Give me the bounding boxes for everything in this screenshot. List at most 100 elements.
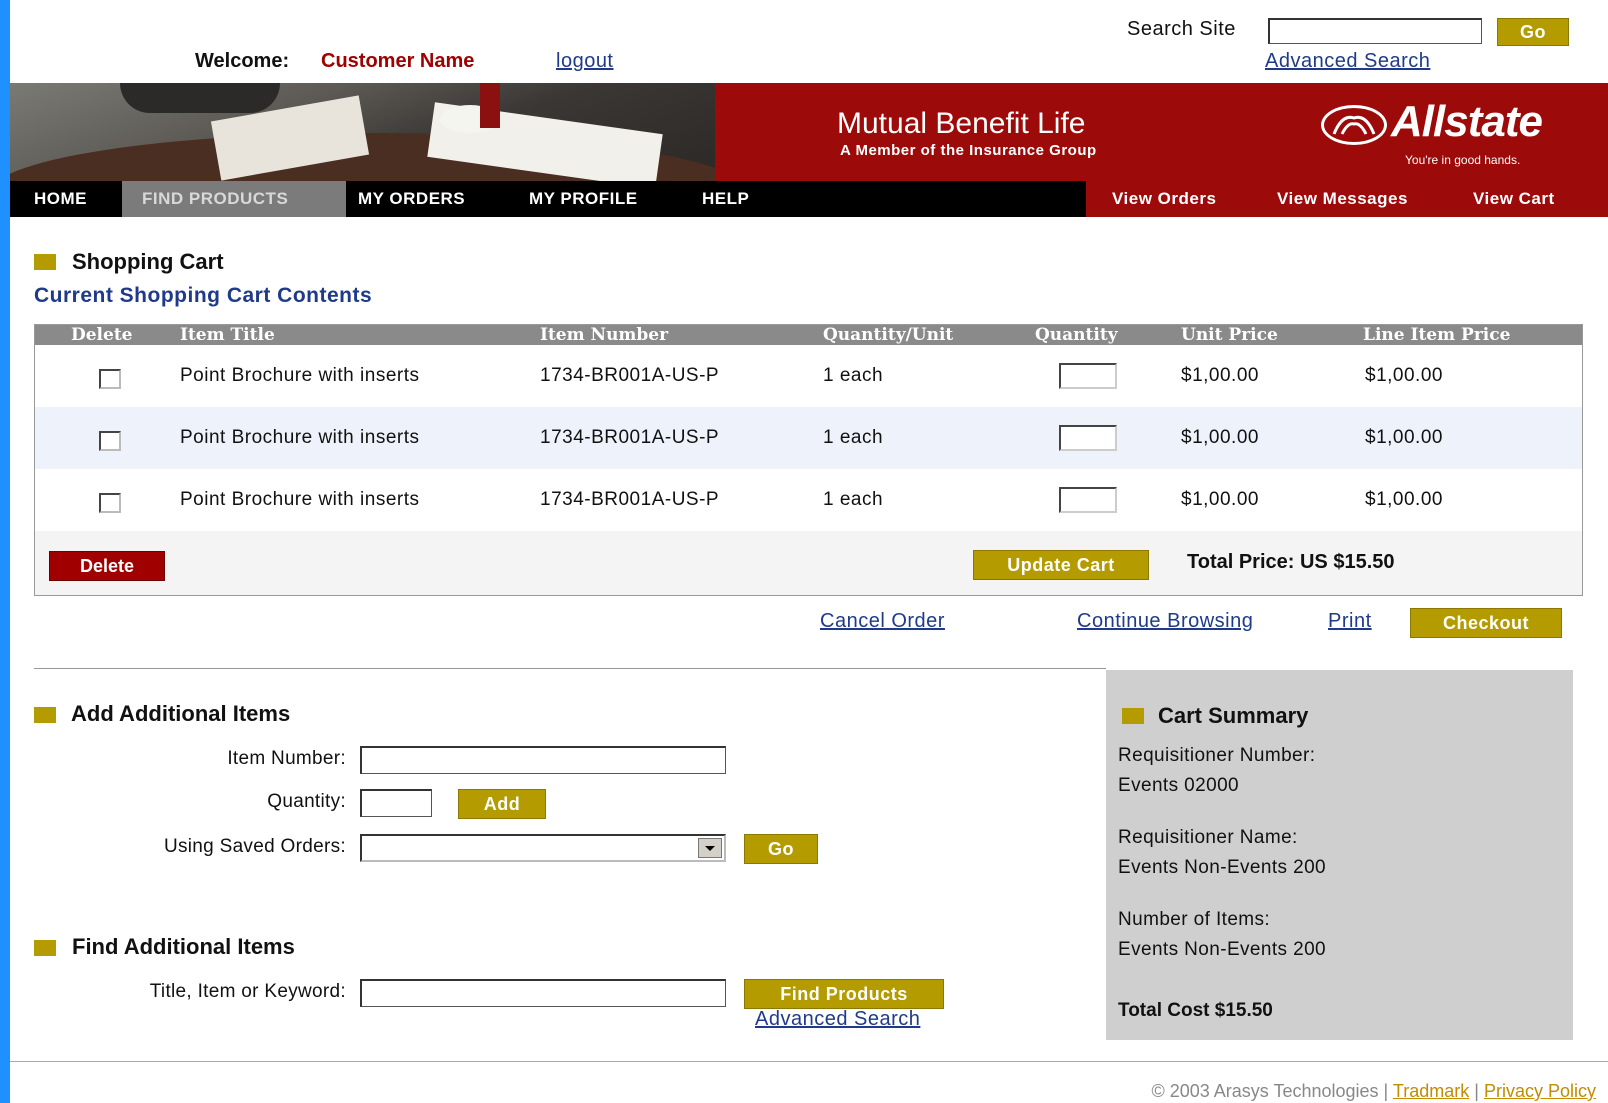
row-line-price: $1,00.00 (1365, 365, 1443, 386)
row-item-title: Point Brochure with inserts (180, 489, 420, 510)
row-delete-checkbox[interactable] (99, 369, 121, 389)
nav-view-messages[interactable]: View Messages (1277, 181, 1408, 217)
items-count-label: Number of Items: (1118, 909, 1271, 930)
table-row: Point Brochure with inserts 1734-BR001A-… (35, 407, 1582, 469)
cart-actions-row: Delete Update Cart Total Price: US $15.5… (35, 531, 1582, 595)
brand-tagline: You're in good hands. (1405, 153, 1521, 167)
company-name: Mutual Benefit Life (837, 107, 1086, 140)
saved-orders-label: Using Saved Orders: (163, 836, 346, 857)
add-button[interactable]: Add (458, 789, 546, 819)
item-number-input[interactable] (360, 746, 726, 774)
section-bullet (34, 707, 56, 723)
print-link[interactable]: Print (1328, 610, 1372, 633)
row-item-title: Point Brochure with inserts (180, 427, 420, 448)
table-row: Point Brochure with inserts 1734-BR001A-… (35, 345, 1582, 407)
chevron-down-icon[interactable] (698, 838, 722, 858)
cart-title: Shopping Cart (72, 249, 224, 274)
cart-table: Delete Item Title Item Number Quantity/U… (34, 324, 1583, 596)
cancel-order-link[interactable]: Cancel Order (820, 610, 945, 633)
trademark-link[interactable]: Tradmark (1393, 1081, 1469, 1101)
row-quantity-input[interactable] (1059, 487, 1117, 513)
nav-view-orders[interactable]: View Orders (1112, 181, 1216, 217)
nav-find-products[interactable]: FIND PRODUCTS (142, 181, 288, 217)
col-quantity-unit: Quantity/Unit (823, 325, 954, 345)
row-item-number: 1734-BR001A-US-P (540, 427, 720, 448)
cart-subtitle: Current Shopping Cart Contents (34, 284, 373, 307)
delete-button[interactable]: Delete (49, 551, 165, 581)
row-quantity-unit: 1 each (823, 427, 884, 448)
section-bullet (34, 940, 56, 956)
section-bullet (34, 254, 56, 270)
banner: Mutual Benefit Life A Member of the Insu… (10, 83, 1608, 181)
search-input[interactable] (1268, 18, 1482, 44)
divider (34, 668, 1106, 669)
copyright-text: © 2003 Arasys Technologies | (1151, 1081, 1389, 1101)
col-unit-price: Unit Price (1181, 325, 1278, 345)
cart-summary-panel: Cart Summary Requisitioner Number: Event… (1106, 670, 1573, 1040)
nav-my-profile[interactable]: MY PROFILE (529, 181, 638, 217)
nav-my-orders[interactable]: MY ORDERS (358, 181, 465, 217)
cart-table-header: Delete Item Title Item Number Quantity/U… (35, 325, 1582, 345)
find-advanced-search-link[interactable]: Advanced Search (755, 1008, 920, 1031)
footer-separator: | (1474, 1081, 1479, 1101)
search-go-button[interactable]: Go (1497, 18, 1569, 46)
find-products-button[interactable]: Find Products (744, 979, 944, 1009)
saved-orders-go-button[interactable]: Go (744, 834, 818, 864)
quantity-label: Quantity: (267, 791, 346, 812)
nav-help[interactable]: HELP (702, 181, 749, 217)
keyword-label: Title, Item or Keyword: (149, 981, 346, 1002)
logout-link[interactable]: logout (556, 50, 614, 73)
quantity-input[interactable] (360, 789, 432, 817)
items-count-value: Events Non-Events 200 (1118, 939, 1327, 960)
row-unit-price: $1,00.00 (1181, 365, 1259, 386)
row-quantity-input[interactable] (1059, 425, 1117, 451)
col-delete: Delete (71, 325, 133, 345)
allstate-hands-icon (1321, 105, 1387, 145)
row-line-price: $1,00.00 (1365, 427, 1443, 448)
nav-view-cart[interactable]: View Cart (1473, 181, 1555, 217)
brand-logo: Allstate (1391, 97, 1543, 146)
col-item-number: Item Number (540, 325, 669, 345)
col-quantity: Quantity (1035, 325, 1118, 345)
req-number-value: Events 02000 (1118, 775, 1239, 796)
row-quantity-unit: 1 each (823, 365, 884, 386)
item-number-label: Item Number: (227, 748, 346, 769)
saved-orders-select[interactable] (360, 834, 726, 862)
row-item-title: Point Brochure with inserts (180, 365, 420, 386)
nav-bar: HOME FIND PRODUCTS MY ORDERS MY PROFILE … (10, 181, 1608, 217)
update-cart-button[interactable]: Update Cart (973, 550, 1149, 580)
footer-divider (10, 1061, 1608, 1062)
req-number-label: Requisitioner Number: (1118, 745, 1316, 766)
checkout-button[interactable]: Checkout (1410, 608, 1562, 638)
row-item-number: 1734-BR001A-US-P (540, 365, 720, 386)
table-row: Point Brochure with inserts 1734-BR001A-… (35, 469, 1582, 531)
keyword-input[interactable] (360, 979, 726, 1007)
company-tagline: A Member of the Insurance Group (840, 142, 1097, 159)
row-delete-checkbox[interactable] (99, 493, 121, 513)
summary-title: Cart Summary (1158, 703, 1309, 728)
row-line-price: $1,00.00 (1365, 489, 1443, 510)
add-items-title: Add Additional Items (71, 701, 291, 726)
privacy-policy-link[interactable]: Privacy Policy (1484, 1081, 1596, 1101)
row-unit-price: $1,00.00 (1181, 489, 1259, 510)
banner-brand-panel: Mutual Benefit Life A Member of the Insu… (715, 83, 1608, 181)
row-quantity-input[interactable] (1059, 363, 1117, 389)
welcome-label: Welcome: (195, 50, 290, 72)
row-unit-price: $1,00.00 (1181, 427, 1259, 448)
header-advanced-search-link[interactable]: Advanced Search (1265, 50, 1430, 73)
section-bullet (1122, 708, 1144, 724)
continue-browsing-link[interactable]: Continue Browsing (1077, 610, 1253, 633)
search-label: Search Site (1127, 18, 1236, 40)
banner-photo (10, 83, 715, 181)
total-cost: Total Cost $15.50 (1118, 1000, 1273, 1021)
col-line-price: Line Item Price (1363, 325, 1511, 345)
row-item-number: 1734-BR001A-US-P (540, 489, 720, 510)
nav-home[interactable]: HOME (34, 181, 87, 217)
req-name-label: Requisitioner Name: (1118, 827, 1298, 848)
req-name-value: Events Non-Events 200 (1118, 857, 1327, 878)
page: Search Site Go Advanced Search Welcome: … (10, 0, 1608, 1103)
cart-total: Total Price: US $15.50 (1187, 551, 1395, 573)
row-delete-checkbox[interactable] (99, 431, 121, 451)
row-quantity-unit: 1 each (823, 489, 884, 510)
customer-name: Customer Name (321, 50, 475, 72)
